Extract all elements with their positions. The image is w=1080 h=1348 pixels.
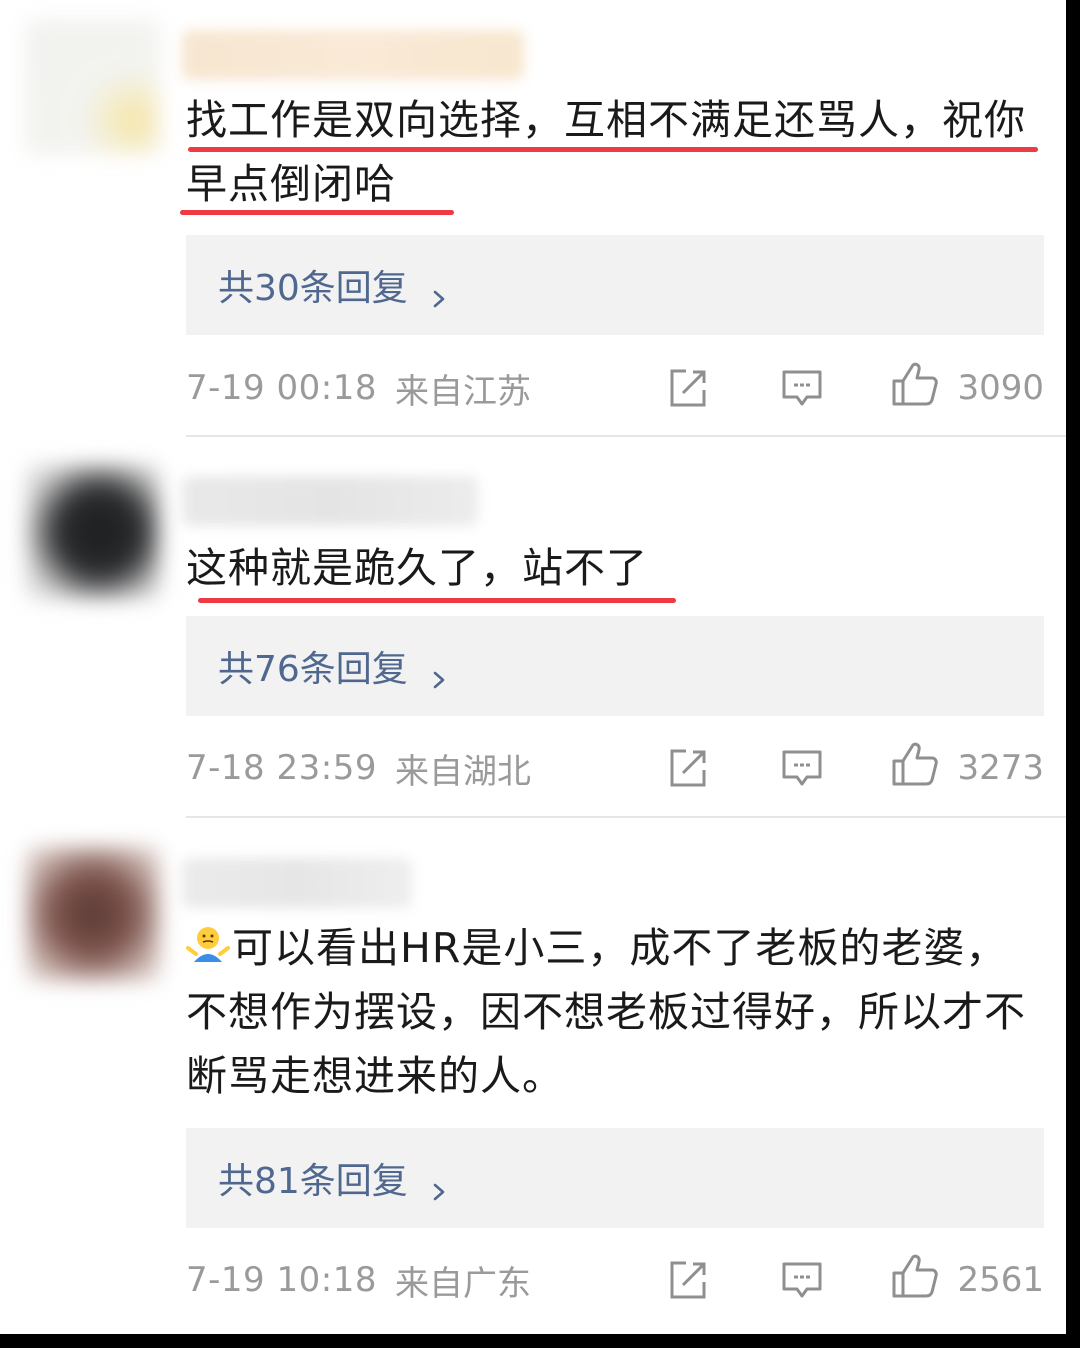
comment-actions: 3090 [665,361,1044,416]
replies-label: 共81条回复 [218,1161,408,1202]
comment-text: 可以看出HR是小三，成不了老板的老婆，不想作为摆设，因不想老板过得好，所以才不断… [186,916,1042,1108]
like-button[interactable]: 3273 [891,741,1044,796]
comment-meta: 7-19 10:18 来自广东 2561 [186,1250,1044,1310]
comment-actions: 2561 [665,1253,1044,1308]
share-icon[interactable] [665,1257,711,1303]
like-count: 3090 [957,368,1044,408]
timestamp: 7-18 23:59 [186,748,377,788]
comment-icon[interactable] [779,365,825,411]
divider [186,816,1066,818]
view-replies-button[interactable]: 共76条回复 [186,616,1044,716]
like-count: 2561 [957,1260,1044,1300]
share-icon[interactable] [665,745,711,791]
username-blurred[interactable] [182,30,524,80]
chevron-right-icon [430,1169,448,1201]
share-icon[interactable] [665,365,711,411]
thumbs-up-icon [891,1253,939,1308]
highlight-underline [180,210,454,215]
comment-icon[interactable] [779,745,825,791]
username-blurred[interactable] [182,858,412,908]
thumbs-up-icon [891,361,939,416]
comment-item: 这种就是跪久了，站不了 共76条回复 7-18 23:59 来自湖北 3273 [0,438,1066,820]
like-button[interactable]: 3090 [891,361,1044,416]
comment-text: 这种就是跪久了，站不了 [186,544,648,592]
comment-text-body: 可以看出HR是小三，成不了老板的老婆，不想作为摆设，因不想老板过得好，所以才不断… [186,924,1026,1100]
comment-actions: 3273 [665,741,1044,796]
comment-meta: 7-19 00:18 来自江苏 3090 [186,358,1044,418]
chevron-right-icon [430,657,448,689]
comment-meta: 7-18 23:59 来自湖北 3273 [186,738,1044,798]
timestamp: 7-19 00:18 [186,368,377,408]
avatar[interactable] [26,465,160,599]
location: 来自江苏 [394,371,531,412]
timestamp: 7-19 10:18 [186,1260,377,1300]
comment-icon[interactable] [779,1257,825,1303]
highlight-underline [198,598,676,603]
avatar[interactable] [26,20,160,154]
like-button[interactable]: 2561 [891,1253,1044,1308]
view-replies-button[interactable]: 共30条回复 [186,235,1044,335]
comment-text: 找工作是双向选择，互相不满足还骂人，祝你早点倒闭哈 [186,96,1026,208]
highlight-underline [188,147,1038,152]
location: 来自广东 [394,1263,531,1304]
replies-label: 共76条回复 [218,649,408,690]
thumbs-up-icon [891,741,939,796]
view-replies-button[interactable]: 共81条回复 [186,1128,1044,1228]
shrug-emoji-icon [186,920,230,964]
like-count: 3273 [957,748,1044,788]
replies-label: 共30条回复 [218,268,408,309]
comment-list: 找工作是双向选择，互相不满足还骂人，祝你早点倒闭哈 共30条回复 7-19 00… [0,0,1066,1334]
location: 来自湖北 [394,751,531,792]
username-blurred[interactable] [182,476,478,526]
avatar[interactable] [26,847,160,981]
divider [186,435,1066,437]
chevron-right-icon [430,276,448,308]
comment-item: 找工作是双向选择，互相不满足还骂人，祝你早点倒闭哈 共30条回复 7-19 00… [0,0,1066,438]
comment-item: 可以看出HR是小三，成不了老板的老婆，不想作为摆设，因不想老板过得好，所以才不断… [0,820,1066,1334]
